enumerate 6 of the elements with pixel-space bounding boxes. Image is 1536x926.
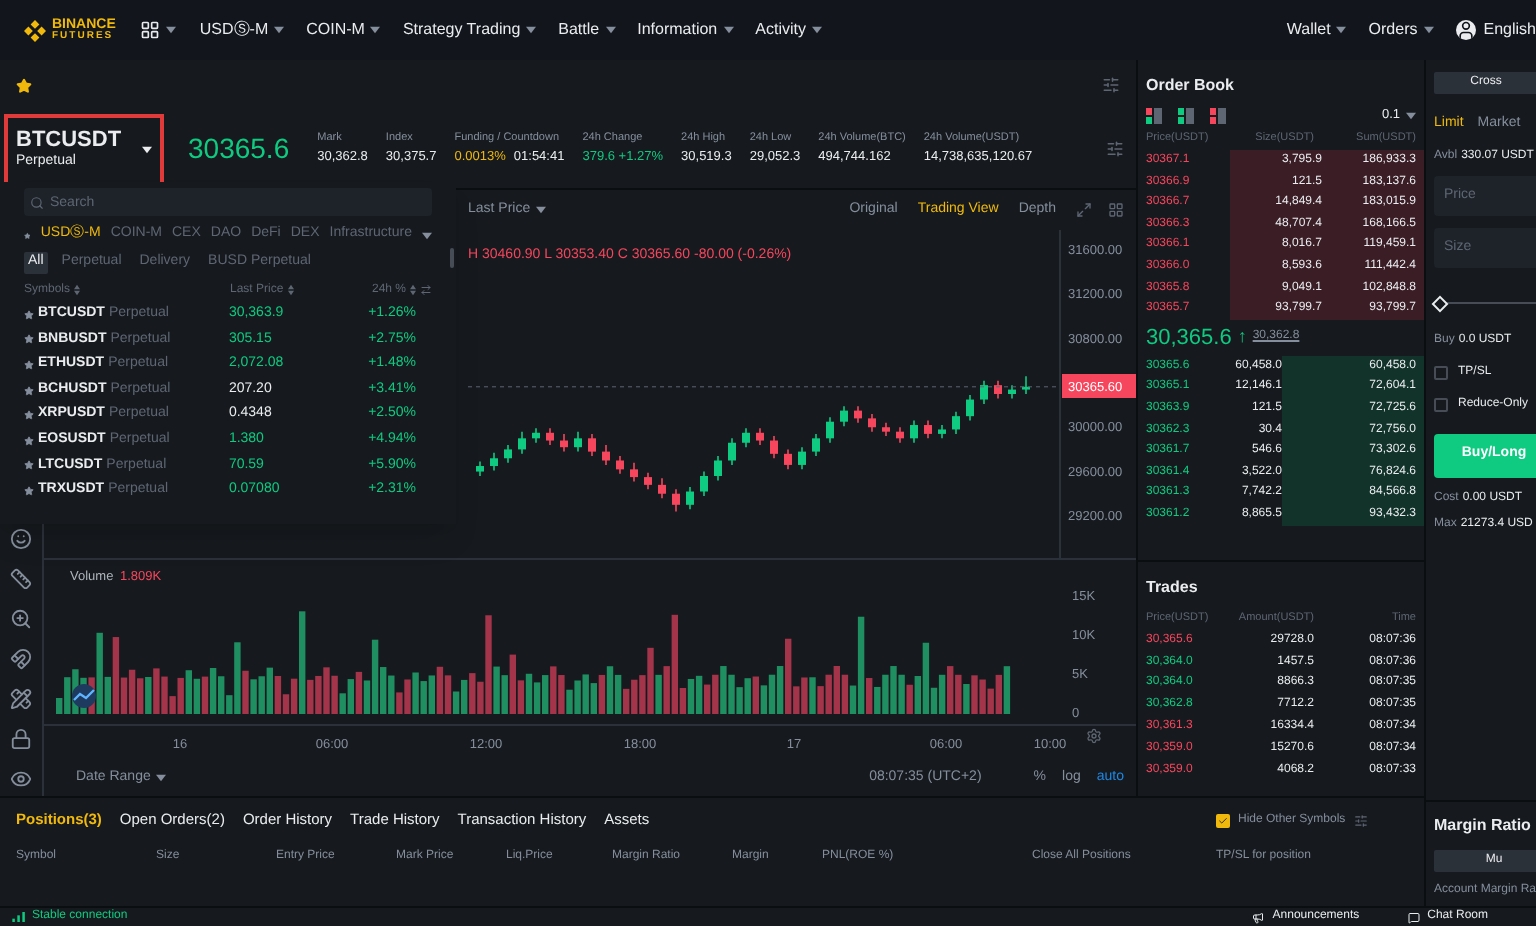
- panel-title: Trades: [1146, 576, 1200, 600]
- panel-title: Order Book: [1144, 74, 1237, 98]
- mid-price: 30,365.6: [1146, 323, 1232, 353]
- panel-title: Margin Ratio: [1434, 814, 1533, 838]
- last-price: 30365.6: [188, 130, 290, 168]
- trend-arrow: ↑: [1237, 324, 1247, 350]
